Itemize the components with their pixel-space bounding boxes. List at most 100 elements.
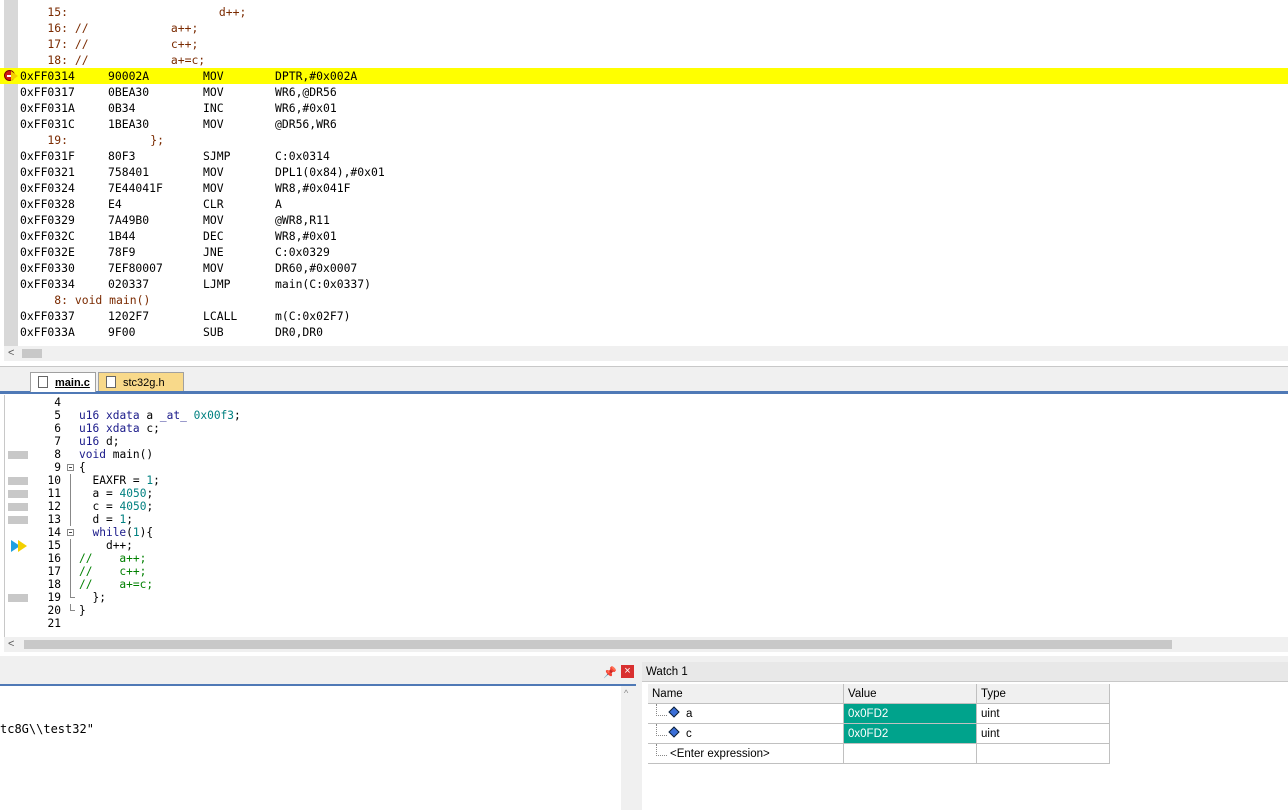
editor-line[interactable]: 21 [5, 617, 1285, 630]
scroll-left-icon[interactable]: < [8, 346, 14, 361]
scroll-up-icon[interactable]: ^ [624, 688, 628, 698]
watch-value-cell[interactable]: 0x0FD2 [844, 704, 977, 724]
instruction-address: 0xFF0334 [20, 277, 75, 291]
disasm-instruction-line[interactable]: 0xFF0324 7E44041F MOV WR8,#0x041F [0, 180, 1288, 196]
code-text: while(1){ [79, 526, 153, 539]
editor-line[interactable]: 6 u16 xdata c; [5, 422, 1285, 435]
code-token: ) [146, 448, 154, 461]
disasm-instruction-line[interactable]: 0xFF033A 9F00 SUB DR0,DR0 [0, 324, 1288, 340]
disasm-source-line[interactable]: 17: // c++; [0, 36, 1288, 52]
editor-line[interactable]: 9{ [5, 461, 1285, 474]
instruction-opcode: 1202F7 [108, 309, 150, 323]
instruction-address: 0xFF032C [20, 229, 75, 243]
bottom-panel: 📌 × tc8G\\test32" ^ Watch 1 Name Value T… [0, 656, 1288, 810]
code-text: // a+=c; [79, 578, 153, 591]
pin-icon[interactable]: 📌 [603, 666, 617, 679]
file-icon [38, 376, 48, 388]
output-vscrollbar[interactable]: ^ [621, 686, 636, 810]
instruction-opcode: 1B44 [108, 229, 136, 243]
editor-hscrollbar[interactable]: < [4, 637, 1288, 652]
editor-line[interactable]: 10 EAXFR = 1; [5, 474, 1285, 487]
scroll-thumb[interactable] [24, 640, 1172, 649]
instruction-opcode: 80F3 [108, 149, 136, 163]
editor-line[interactable]: 20} [5, 604, 1285, 617]
tab-stc32g-h[interactable]: stc32g.h [98, 372, 184, 392]
disassembly-hscrollbar[interactable]: < [4, 346, 1288, 361]
fold-toggle-icon[interactable] [67, 464, 74, 471]
code-token: ; [112, 435, 120, 448]
disasm-instruction-line[interactable]: 0xFF0328 E4 CLR A [0, 196, 1288, 212]
disasm-source-line[interactable]: 19: }; [0, 132, 1288, 148]
editor-line[interactable]: 4 [5, 396, 1285, 409]
code-text: u16 d; [79, 435, 119, 448]
disasm-source-line[interactable]: 18: // a+=c; [0, 52, 1288, 68]
line-number: 5 [54, 409, 61, 422]
disassembly-lines: 15: d++; 16: // a++; 17: // c++; 18: // … [0, 4, 1288, 340]
editor-line[interactable]: 16 // a++; [5, 552, 1285, 565]
watch-value-cell[interactable]: 0x0FD2 [844, 724, 977, 744]
disasm-source-line[interactable]: 15: d++; [0, 4, 1288, 20]
instruction-opcode: 1BEA30 [108, 117, 150, 131]
disassembly-window[interactable]: 15: d++; 16: // a++; 17: // c++; 18: // … [0, 0, 1288, 346]
disasm-instruction-line[interactable]: 0xFF0330 7EF80007 MOV DR60,#0x0007 [0, 260, 1288, 276]
build-output-window[interactable]: 📌 × tc8G\\test32" ^ [0, 662, 636, 810]
editor-line[interactable]: 12 c = 4050; [5, 500, 1285, 513]
disasm-instruction-line[interactable]: 0xFF032C 1B44 DEC WR8,#0x01 [0, 228, 1288, 244]
disasm-instruction-line[interactable]: 0xFF031C 1BEA30 MOV @DR56,WR6 [0, 116, 1288, 132]
source-editor[interactable]: 4 5 u16 xdata a _at_ 0x00f3; 6 u16 xdata c; 7… [4, 395, 1288, 637]
editor-line[interactable]: 19 }; [5, 591, 1285, 604]
close-icon[interactable]: × [621, 665, 634, 678]
editor-line[interactable]: 14 while(1){ [5, 526, 1285, 539]
code-token: d++ [105, 539, 127, 552]
disasm-instruction-line[interactable]: 0xFF0337 1202F7 LCALL m(C:0x02F7) [0, 308, 1288, 324]
watch-window[interactable]: Watch 1 Name Value Type a 0x0FD2 uint c … [642, 662, 1288, 810]
fold-toggle-icon[interactable] [67, 529, 74, 536]
disasm-instruction-line[interactable]: 0xFF0317 0BEA30 MOV WR6,@DR56 [0, 84, 1288, 100]
code-comment: // c++; [79, 565, 147, 578]
scroll-left-icon[interactable]: < [8, 637, 14, 652]
instruction-mnemonic: MOV [203, 117, 224, 131]
editor-line[interactable]: 5 u16 xdata a _at_ 0x00f3; [5, 409, 1285, 422]
instruction-mnemonic: CLR [203, 197, 224, 211]
column-header-name[interactable]: Name [648, 684, 844, 704]
editor-line[interactable]: 11 a = 4050; [5, 487, 1285, 500]
column-header-value[interactable]: Value [844, 684, 977, 704]
code-token: ; [234, 409, 241, 422]
disasm-source-line[interactable]: 16: // a++; [0, 20, 1288, 36]
code-text: u16 xdata c; [79, 422, 160, 435]
tab-main-c[interactable]: main.c [30, 372, 96, 392]
code-keyword: xdata [105, 409, 140, 422]
disasm-instruction-line[interactable]: 0xFF0314 90002A MOV DPTR,#0x002A [0, 68, 1288, 84]
editor-line[interactable]: 7 u16 d; [5, 435, 1285, 448]
disasm-source-line[interactable]: 8: void main() [0, 292, 1288, 308]
code-text: a = 4050; [79, 487, 153, 500]
instruction-address: 0xFF0317 [20, 85, 75, 99]
line-number: 9 [54, 461, 61, 474]
editor-line[interactable]: 17 // c++; [5, 565, 1285, 578]
enter-expression-cell[interactable]: <Enter expression> [648, 744, 844, 764]
tab-label: stc32g.h [123, 377, 165, 389]
editor-line[interactable]: 13 d = 1; [5, 513, 1285, 526]
disasm-instruction-line[interactable]: 0xFF031A 0B34 INC WR6,#0x01 [0, 100, 1288, 116]
disasm-instruction-line[interactable]: 0xFF032E 78F9 JNE C:0x0329 [0, 244, 1288, 260]
watch-name-cell[interactable]: a [648, 704, 844, 724]
scroll-thumb[interactable] [22, 349, 42, 358]
editor-line[interactable]: 15 d++; [5, 539, 1285, 552]
instruction-operands: DPL1(0x84),#0x01 [275, 165, 385, 179]
instruction-operands: main(C:0x0337) [275, 277, 372, 291]
editor-line[interactable]: 18 // a+=c; [5, 578, 1285, 591]
disasm-instruction-line[interactable]: 0xFF031F 80F3 SJMP C:0x0314 [0, 148, 1288, 164]
watch-value-cell[interactable] [844, 744, 977, 764]
column-header-type[interactable]: Type [977, 684, 1110, 704]
code-token: ; [146, 487, 154, 500]
code-comment: // a+=c; [79, 578, 154, 591]
disasm-instruction-line[interactable]: 0xFF0329 7A49B0 MOV @WR8,R11 [0, 212, 1288, 228]
disasm-instruction-line[interactable]: 0xFF0321 758401 MOV DPL1(0x84),#0x01 [0, 164, 1288, 180]
disasm-instruction-line[interactable]: 0xFF0334 020337 LJMP main(C:0x0337) [0, 276, 1288, 292]
editor-line[interactable]: 8 void main() [5, 448, 1285, 461]
watch-name-cell[interactable]: c [648, 724, 844, 744]
line-marker [8, 477, 28, 485]
code-token: EAXFR [92, 474, 127, 487]
file-icon [106, 376, 116, 388]
code-keyword: xdata [105, 422, 140, 435]
